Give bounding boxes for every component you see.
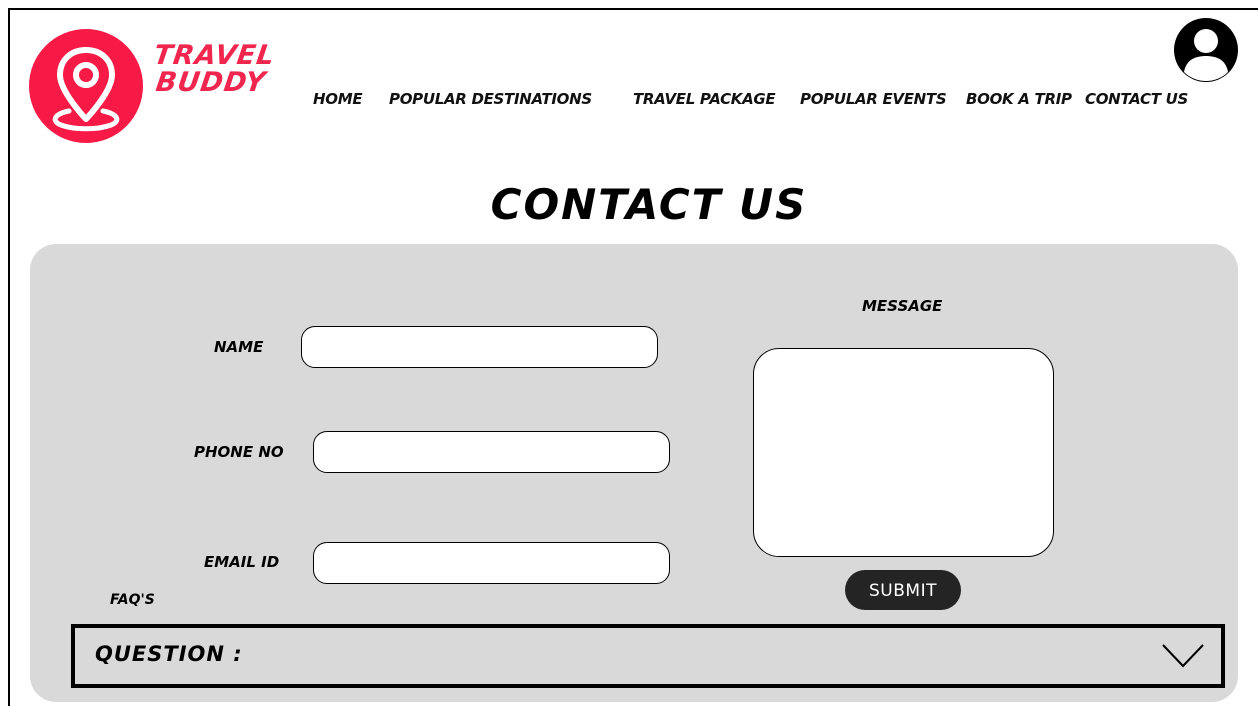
faq-question-label: QUESTION :	[95, 642, 243, 666]
faq-heading: FAQ'S	[110, 592, 155, 608]
chevron-down-icon[interactable]	[1161, 642, 1205, 670]
message-label: MESSAGE	[862, 297, 943, 315]
brand-line-2: BUDDY	[153, 67, 269, 98]
message-textarea[interactable]	[753, 348, 1054, 557]
name-label: NAME	[214, 338, 264, 356]
phone-input[interactable]	[313, 431, 670, 473]
email-input[interactable]	[313, 542, 670, 584]
faq-question-accordion[interactable]: QUESTION :	[71, 624, 1225, 688]
nav-popular-destinations[interactable]: POPULAR DESTINATIONS	[389, 90, 592, 108]
brand-name: TRAVEL BUDDY	[148, 40, 277, 98]
brand-line-1: TRAVEL	[151, 40, 277, 71]
user-account-icon[interactable]	[1174, 18, 1238, 82]
nav-contact-us[interactable]: CONTACT US	[1085, 90, 1188, 108]
name-input[interactable]	[301, 326, 658, 368]
submit-button[interactable]: SUBMIT	[845, 570, 961, 610]
nav-travel-package[interactable]: TRAVEL PACKAGE	[633, 90, 776, 108]
nav-popular-events[interactable]: POPULAR EVENTS	[800, 90, 947, 108]
page-title: CONTACT US	[490, 180, 808, 229]
email-label: EMAIL ID	[204, 553, 280, 571]
map-pin-icon[interactable]	[29, 29, 143, 143]
nav-book-a-trip[interactable]: BOOK A TRIP	[966, 90, 1072, 108]
nav-home[interactable]: HOME	[313, 90, 363, 108]
phone-label: PHONE NO	[194, 443, 284, 461]
